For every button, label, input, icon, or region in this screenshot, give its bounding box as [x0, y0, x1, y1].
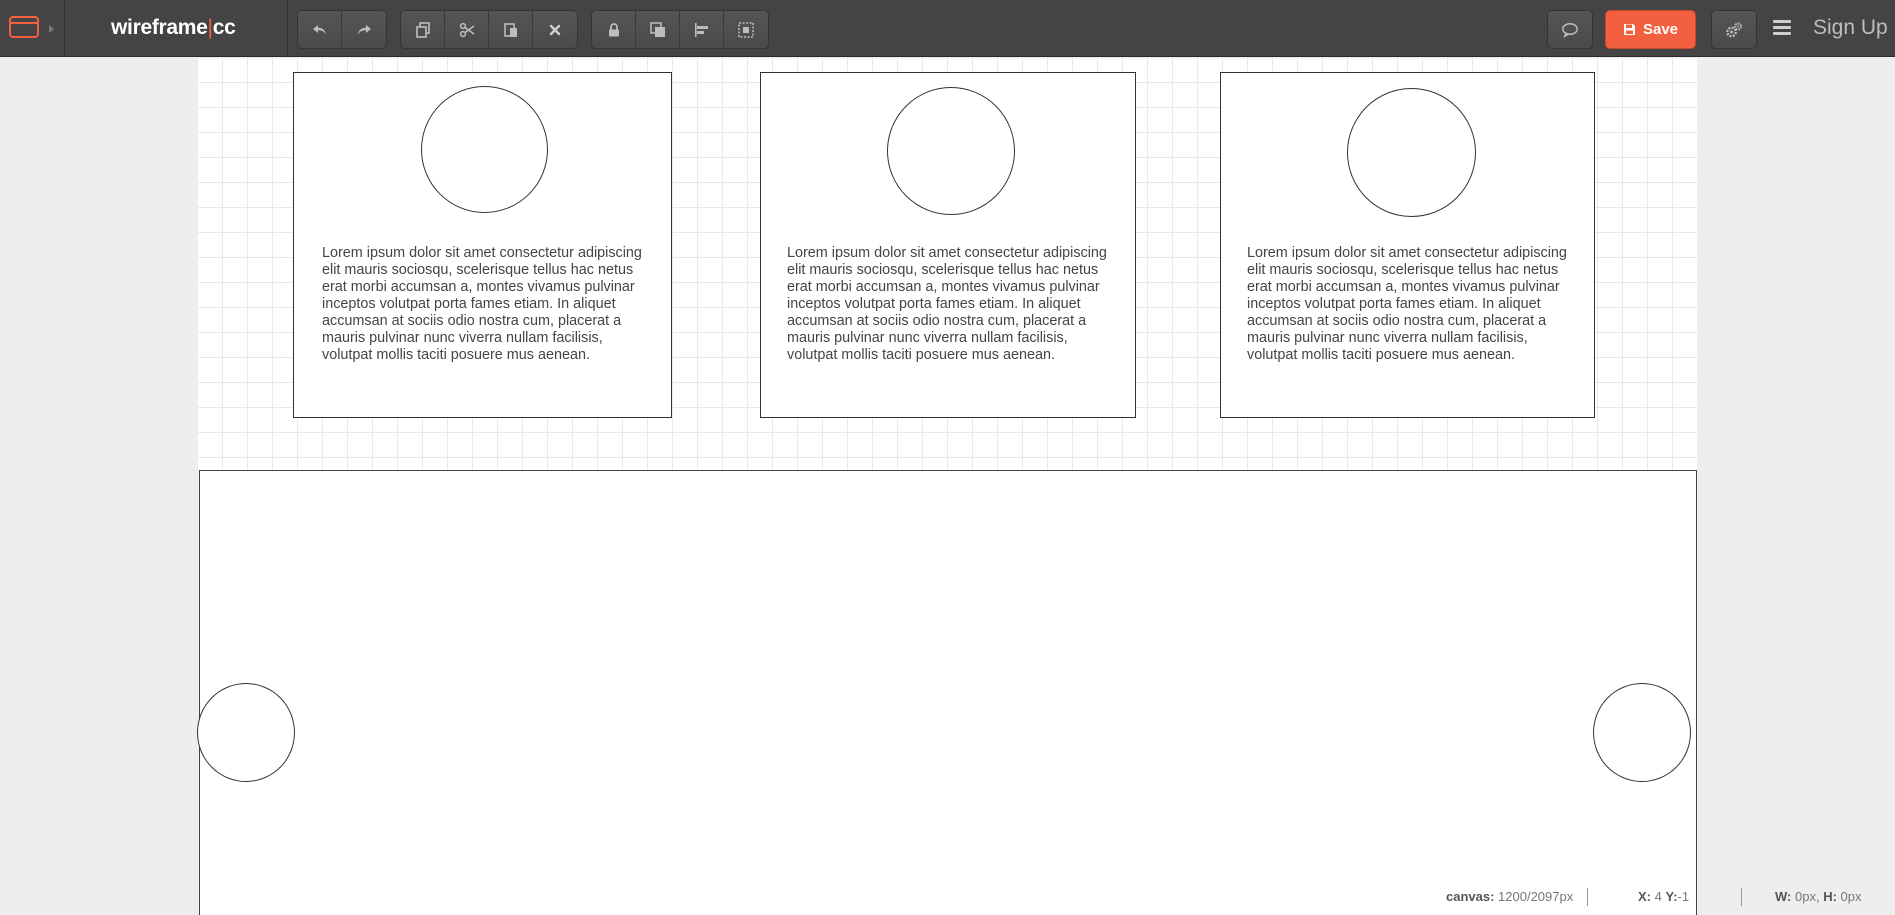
y-value: -1: [1677, 889, 1690, 904]
save-button[interactable]: Save: [1606, 11, 1695, 48]
card-2-text[interactable]: Lorem ipsum dolor sit amet consectetur a…: [787, 245, 1112, 364]
delete-button[interactable]: [533, 11, 577, 48]
group-button[interactable]: [724, 11, 768, 48]
card-3[interactable]: Lorem ipsum dolor sit amet consectetur a…: [1220, 72, 1595, 418]
save-label: Save: [1642, 21, 1679, 38]
undo-icon: [312, 24, 326, 35]
canvas-size-readout: canvas: 1200/2097px: [1446, 889, 1573, 909]
settings-button[interactable]: [1712, 11, 1756, 48]
history-button-group: [298, 11, 386, 48]
x-label: X:: [1638, 889, 1651, 904]
card-3-image-circle[interactable]: [1347, 88, 1476, 217]
copy-icon: [415, 21, 430, 38]
top-toolbar: wireframe|cc Save Sign Up: [0, 0, 1895, 57]
lock-button[interactable]: [592, 11, 636, 48]
app-menu-button[interactable]: [0, 0, 65, 57]
app-logo[interactable]: wireframe|cc: [111, 16, 236, 40]
y-label: Y:: [1665, 889, 1678, 904]
redo-button[interactable]: [342, 11, 386, 48]
canvas-lower-panel[interactable]: [199, 470, 1697, 915]
redo-icon: [358, 24, 371, 35]
logo-text-cc: cc: [212, 16, 236, 39]
lower-left-circle[interactable]: [197, 683, 295, 782]
align-button[interactable]: [680, 11, 724, 48]
bring-to-front-icon: [649, 21, 665, 37]
align-left-icon: [694, 22, 708, 37]
clipboard-button-group: [401, 11, 577, 48]
card-3-text[interactable]: Lorem ipsum dolor sit amet consectetur a…: [1247, 245, 1572, 364]
cursor-position-readout: X: 4 Y:-1: [1638, 889, 1689, 909]
arrange-button-group: [592, 11, 768, 48]
logo-area: wireframe|cc: [65, 0, 288, 57]
browser-window-icon: [9, 16, 39, 38]
sign-up-link[interactable]: Sign Up: [1813, 16, 1888, 40]
lower-right-circle[interactable]: [1593, 683, 1691, 782]
status-separator: [1587, 888, 1588, 906]
card-1-text[interactable]: Lorem ipsum dolor sit amet consectetur a…: [322, 245, 647, 364]
caret-right-icon: [49, 25, 54, 33]
card-1-image-circle[interactable]: [421, 86, 548, 213]
h-value: 0px: [1840, 889, 1862, 904]
settings-button-group: [1712, 11, 1756, 48]
card-2-image-circle[interactable]: [887, 87, 1015, 215]
lock-icon: [608, 22, 619, 36]
canvas-size-value: 1200/2097px: [1498, 889, 1574, 904]
selection-size-readout: W: 0px, H: 0px: [1775, 889, 1862, 909]
comment-button-group: [1548, 11, 1592, 48]
status-separator: [1741, 888, 1742, 906]
scissors-icon: [459, 22, 474, 37]
layer-order-button[interactable]: [636, 11, 680, 48]
w-label: W:: [1775, 889, 1792, 904]
logo-text-wireframe: wireframe: [111, 16, 208, 39]
undo-button[interactable]: [298, 11, 342, 48]
paste-button[interactable]: [489, 11, 533, 48]
canvas-size-label: canvas:: [1446, 889, 1495, 904]
comment-icon: [1562, 22, 1578, 38]
h-label: H:: [1823, 889, 1837, 904]
floppy-disk-icon: [1623, 24, 1635, 35]
hamburger-menu-icon[interactable]: [1773, 20, 1791, 36]
close-icon: [549, 24, 561, 35]
group-icon: [738, 21, 754, 38]
cut-button[interactable]: [445, 11, 489, 48]
card-2[interactable]: Lorem ipsum dolor sit amet consectetur a…: [760, 72, 1136, 418]
w-value: 0px,: [1795, 889, 1820, 904]
comment-button[interactable]: [1548, 11, 1592, 48]
gears-icon: [1726, 22, 1742, 37]
x-value: 4: [1654, 889, 1662, 904]
copy-button[interactable]: [401, 11, 445, 48]
paste-icon: [503, 22, 517, 37]
card-1[interactable]: Lorem ipsum dolor sit amet consectetur a…: [293, 72, 672, 418]
